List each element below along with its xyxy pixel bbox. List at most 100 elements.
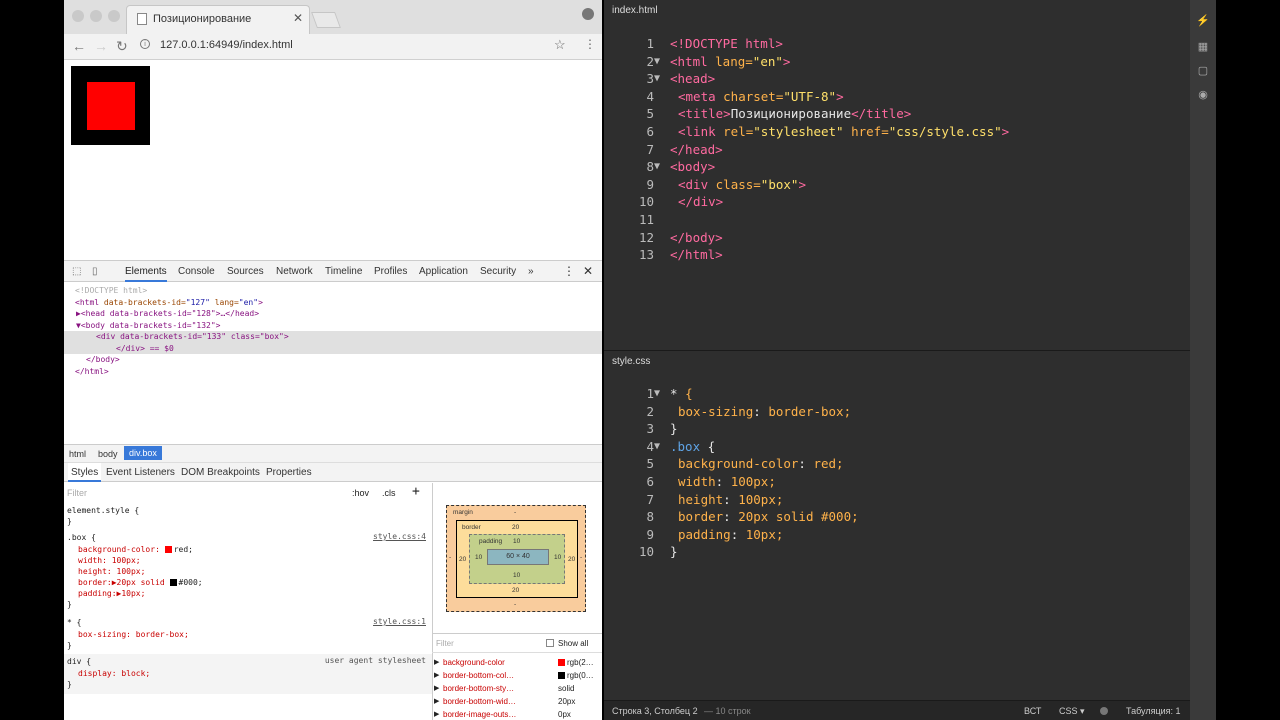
box-height-declaration[interactable]: height: 100px; xyxy=(67,566,145,577)
star-rule-source-link[interactable]: style.css:1 xyxy=(373,617,426,626)
show-all-checkbox[interactable] xyxy=(546,639,554,647)
html-pane-title[interactable]: index.html xyxy=(612,5,658,16)
fold-toggle-icon[interactable]: ▼ xyxy=(654,388,660,399)
fold-toggle-icon[interactable]: ▼ xyxy=(654,441,660,452)
tab-network[interactable]: Network xyxy=(276,266,313,277)
box-bg-declaration[interactable]: background-color: red; xyxy=(67,544,193,555)
zoom-window-dot[interactable] xyxy=(108,10,120,22)
fold-toggle-icon[interactable]: ▼ xyxy=(654,73,660,84)
code-line[interactable]: </head> xyxy=(670,142,723,157)
breadcrumb-html[interactable]: html xyxy=(69,449,86,459)
fold-toggle-icon[interactable]: ▼ xyxy=(654,161,660,172)
code-line[interactable]: padding: 10px; xyxy=(678,527,783,542)
star-boxsizing-declaration[interactable]: box-sizing: border-box; xyxy=(67,629,189,640)
code-line[interactable]: box-sizing: border-box; xyxy=(678,404,851,419)
star-rule-selector[interactable]: * { xyxy=(67,617,81,628)
box-border-declaration[interactable]: border:▶20px solid #000; xyxy=(67,577,203,588)
back-icon[interactable]: ← xyxy=(72,38,86,54)
profile-icon[interactable] xyxy=(582,8,594,20)
dom-div-box[interactable]: <div data-brackets-id="133" class="box"> xyxy=(64,331,602,343)
tab-timeline[interactable]: Timeline xyxy=(325,266,362,277)
tab-application[interactable]: Application xyxy=(419,266,468,277)
element-style-selector[interactable]: element.style { xyxy=(67,505,139,516)
rendered-box[interactable] xyxy=(71,66,150,145)
code-line[interactable]: .box { xyxy=(670,439,715,454)
extension-manager-icon[interactable]: ▦ xyxy=(1196,40,1210,54)
breadcrumb-div-box[interactable]: div.box xyxy=(124,446,162,460)
code-line[interactable]: <div class="box"> xyxy=(678,177,806,192)
code-line[interactable]: </html> xyxy=(670,247,723,262)
styles-filter-input[interactable]: Filter xyxy=(67,488,87,498)
tab-console[interactable]: Console xyxy=(178,266,215,277)
dom-html[interactable]: <html data-brackets-id="127" lang="en"> xyxy=(64,297,602,309)
hint-bulb-icon[interactable]: ◉ xyxy=(1196,88,1210,102)
info-icon[interactable]: i xyxy=(140,39,150,49)
code-line[interactable]: <meta charset="UTF-8"> xyxy=(678,89,844,104)
inspect-icon[interactable]: ⬚ xyxy=(72,266,81,277)
computed-row[interactable]: ▶ border-bottom-col… rgb(0… xyxy=(434,671,602,683)
code-line[interactable]: width: 100px; xyxy=(678,474,776,489)
code-line[interactable]: <link rel="stylesheet" href="css/style.c… xyxy=(678,124,1009,139)
linter-status-icon[interactable] xyxy=(1100,707,1108,715)
code-line[interactable]: height: 100px; xyxy=(678,492,783,507)
dom-doctype[interactable]: <!DOCTYPE html> xyxy=(64,285,602,297)
tab-sources[interactable]: Sources xyxy=(227,266,264,277)
dom-body-close[interactable]: </body> xyxy=(64,354,602,366)
code-line[interactable]: } xyxy=(670,421,678,436)
browser-tab[interactable]: Позиционирование ✕ xyxy=(126,5,310,34)
tab-size[interactable]: Табуляция: 1 xyxy=(1126,706,1181,716)
code-line[interactable]: </div> xyxy=(678,194,723,209)
code-line[interactable]: background-color: red; xyxy=(678,456,844,471)
reload-icon[interactable]: ↻ xyxy=(116,38,128,55)
black-swatch[interactable] xyxy=(169,579,177,586)
box-rule-source-link[interactable]: style.css:4 xyxy=(373,532,426,541)
code-line[interactable]: * { xyxy=(670,386,693,401)
code-line[interactable]: <!DOCTYPE html> xyxy=(670,36,783,51)
minimize-window-dot[interactable] xyxy=(90,10,102,22)
div-rule-selector[interactable]: div { xyxy=(67,656,91,667)
css-pane-title[interactable]: style.css xyxy=(612,356,650,367)
bm-content-box[interactable]: 60 × 40 xyxy=(487,549,549,565)
hov-toggle[interactable]: :hov xyxy=(352,488,369,498)
dom-html-close[interactable]: </html> xyxy=(64,366,602,378)
dom-body[interactable]: ▼<body data-brackets-id="132"> xyxy=(64,320,602,332)
box-rule-selector[interactable]: .box { xyxy=(67,532,96,543)
div-display-declaration[interactable]: display: block; xyxy=(67,668,150,679)
menu-kebab-icon[interactable]: ⋮ xyxy=(584,37,596,51)
tab-elements[interactable]: Elements xyxy=(125,266,167,282)
computed-row[interactable]: ▶ border-image-outs… 0px xyxy=(434,710,602,720)
code-line[interactable]: <html lang="en"> xyxy=(670,54,790,69)
dom-div-close[interactable]: </div> == $0 xyxy=(64,342,602,354)
code-line[interactable]: } xyxy=(670,544,678,559)
cls-toggle[interactable]: .cls xyxy=(382,488,396,498)
computed-row[interactable]: ▶ border-bottom-wid… 20px xyxy=(434,697,602,709)
close-tab-icon[interactable]: ✕ xyxy=(293,11,303,25)
breadcrumb-body[interactable]: body xyxy=(98,449,118,459)
computed-filter-input[interactable]: Filter xyxy=(436,639,454,648)
code-line[interactable]: <body> xyxy=(670,159,715,174)
code-line[interactable]: <title>Позиционирование</title> xyxy=(678,106,911,121)
url-field[interactable]: 127.0.0.1:64949/index.html xyxy=(160,39,293,51)
tab-dom-breakpoints[interactable]: DOM Breakpoints xyxy=(181,467,260,478)
tab-security[interactable]: Security xyxy=(480,266,516,277)
new-tab-button[interactable] xyxy=(311,12,341,28)
add-rule-icon[interactable]: + xyxy=(412,484,420,499)
live-preview-icon[interactable]: ⚡ xyxy=(1196,14,1210,28)
code-line[interactable]: <head> xyxy=(670,71,715,86)
tab-styles[interactable]: Styles xyxy=(68,463,102,482)
tab-profiles[interactable]: Profiles xyxy=(374,266,407,277)
dom-head[interactable]: ▶<head data-brackets-id="128">…</head> xyxy=(64,308,602,320)
file-icon[interactable]: ▢ xyxy=(1196,64,1210,78)
close-window-dot[interactable] xyxy=(72,10,84,22)
code-line[interactable]: border: 20px solid #000; xyxy=(678,509,859,524)
code-line[interactable]: </body> xyxy=(670,230,723,245)
insert-mode[interactable]: ВСТ xyxy=(1024,706,1041,716)
red-swatch[interactable] xyxy=(164,546,172,553)
tab-event-listeners[interactable]: Event Listeners xyxy=(106,467,175,478)
close-devtools-icon[interactable]: ✕ xyxy=(583,264,593,278)
bookmark-star-icon[interactable]: ☆ xyxy=(554,37,566,53)
fold-toggle-icon[interactable]: ▼ xyxy=(654,56,660,67)
tab-properties[interactable]: Properties xyxy=(266,467,312,478)
devtools-menu-icon[interactable]: ⋮ xyxy=(563,264,575,278)
device-toolbar-icon[interactable]: ▯ xyxy=(92,266,98,277)
